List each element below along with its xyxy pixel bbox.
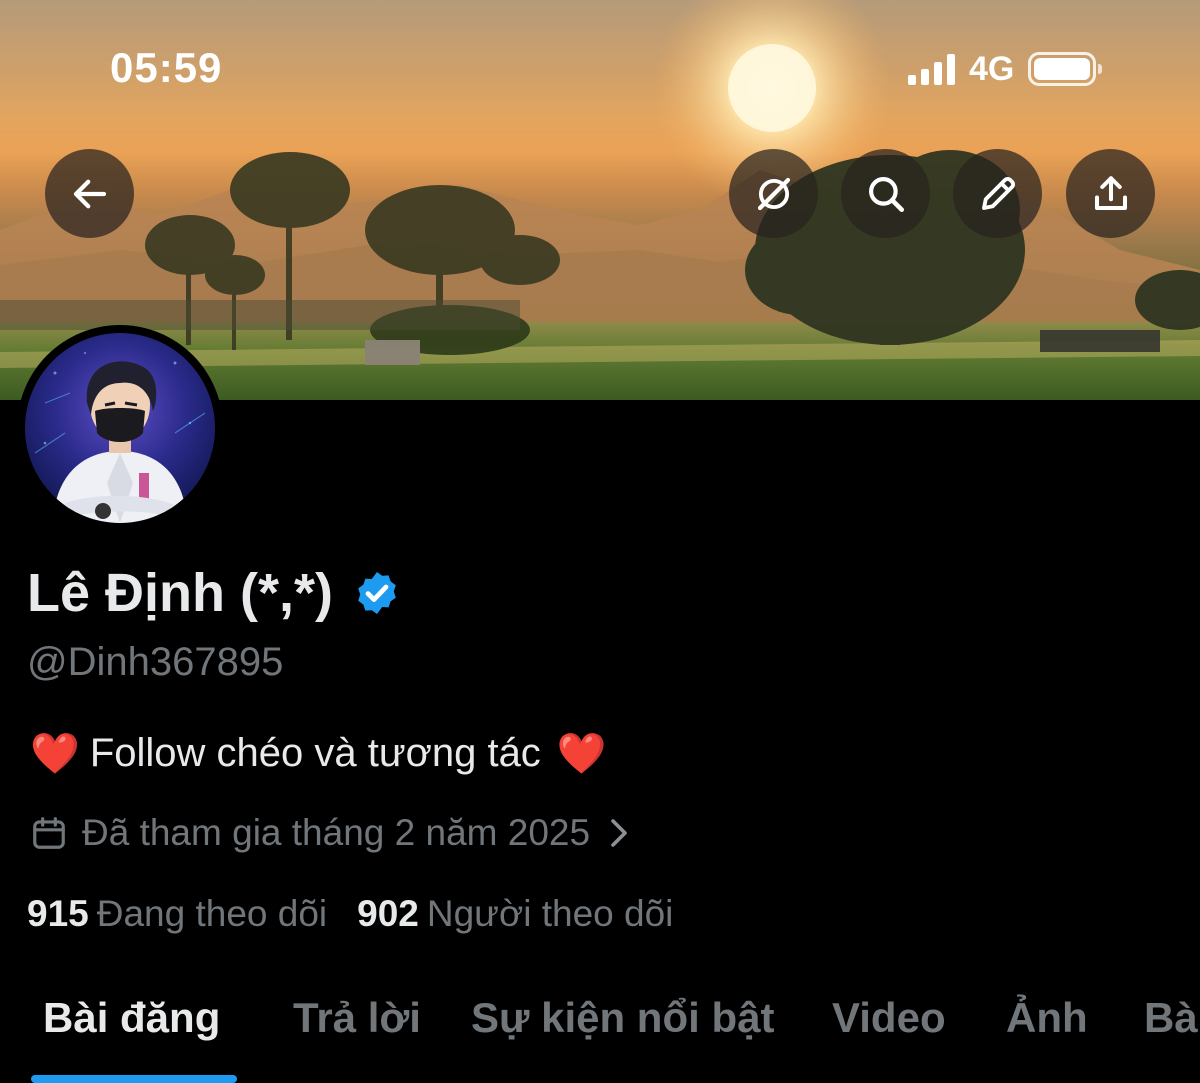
tab-photos[interactable]: Ảnh [1006,994,1088,1042]
verified-badge-icon[interactable] [353,569,401,617]
following-count: 915 [27,893,89,934]
active-tab-indicator [31,1075,237,1083]
heart-icon: ❤️ [556,731,607,776]
network-type: 4G [969,49,1015,88]
signal-icon [908,53,955,85]
tab-articles[interactable]: Bà [1144,994,1198,1042]
follow-stats: 915 Đang theo dõi 902 Người theo dõi [27,893,673,935]
grok-icon [757,177,790,210]
calendar-icon [33,817,65,849]
avatar-image [25,333,215,523]
heart-icon: ❤️ [30,731,80,776]
chevron-right-icon [611,819,627,847]
following-label: Đang theo dõi [96,893,328,934]
pencil-icon [981,176,1015,210]
profile-tabs: Bài đăng Trả lời Sự kiện nổi bật Video Ả… [0,994,1200,1083]
followers-link[interactable]: 902 Người theo dõi [357,893,673,935]
bio-text: Follow chéo và tương tác [89,731,541,775]
back-button[interactable] [45,149,134,238]
arrow-left-icon [73,179,106,208]
tab-highlights[interactable]: Sự kiện nổi bật [471,994,774,1042]
avatar[interactable] [17,325,223,531]
share-icon [1094,175,1127,210]
display-name: Lê Định (*,*) [27,562,401,624]
display-name-text: Lê Định (*,*) [27,563,333,623]
battery-icon [1028,52,1103,86]
followers-count: 902 [357,893,419,934]
joined-date[interactable]: Đã tham gia tháng 2 năm 2025 [30,812,630,854]
user-handle: @Dinh367895 [27,640,284,684]
grok-button[interactable] [729,149,818,238]
search-button[interactable] [841,149,930,238]
status-bar-indicators: 4G [908,48,1103,90]
tab-replies[interactable]: Trả lời [293,994,421,1042]
following-link[interactable]: 915 Đang theo dõi [27,893,327,935]
share-button[interactable] [1066,149,1155,238]
tab-posts[interactable]: Bài đăng [43,994,220,1042]
joined-date-text: Đã tham gia tháng 2 năm 2025 [82,812,591,853]
edit-button[interactable] [953,149,1042,238]
tab-video[interactable]: Video [832,994,946,1042]
status-bar-time: 05:59 [110,44,223,91]
profile-bio: ❤️ Follow chéo và tương tác ❤️ [30,731,607,776]
followers-label: Người theo dõi [426,893,674,934]
search-icon [868,176,904,212]
